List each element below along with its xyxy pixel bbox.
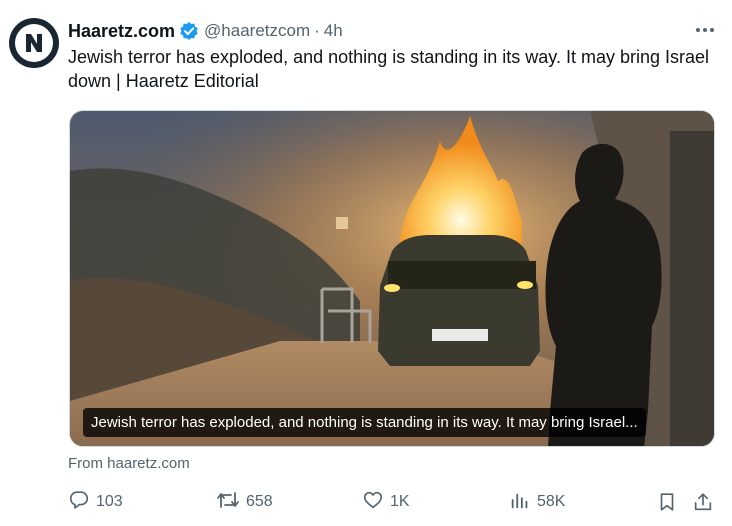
- repost-count: 658: [246, 493, 273, 510]
- repost-icon: [216, 489, 240, 516]
- share-icon[interactable]: [692, 488, 714, 516]
- more-icon[interactable]: [694, 20, 716, 40]
- haaretz-logo-icon: [15, 24, 53, 62]
- media-caption: Jewish terror has exploded, and nothing …: [83, 408, 646, 437]
- tweet-header: Haaretz.com @haaretzcom · 4h: [68, 19, 343, 43]
- repost-button[interactable]: 658: [216, 488, 273, 516]
- verified-badge-icon: [179, 21, 199, 41]
- like-button[interactable]: 1K: [362, 488, 410, 516]
- views-button[interactable]: 58K: [509, 488, 565, 516]
- views-count: 58K: [537, 493, 566, 510]
- media-image: [70, 111, 714, 446]
- timestamp[interactable]: 4h: [324, 21, 343, 41]
- reply-icon: [68, 489, 90, 516]
- card-source[interactable]: From haaretz.com: [68, 455, 190, 472]
- separator-dot: ·: [314, 21, 320, 40]
- heart-icon: [362, 489, 384, 516]
- avatar[interactable]: [9, 18, 59, 68]
- tweet[interactable]: Haaretz.com @haaretzcom · 4h Jewish terr…: [0, 0, 732, 526]
- media-card[interactable]: Jewish terror has exploded, and nothing …: [69, 110, 715, 447]
- reply-button[interactable]: 103: [68, 488, 123, 516]
- bookmark-icon[interactable]: [656, 488, 678, 516]
- action-bar: 103 658 1K 58K: [0, 488, 732, 516]
- views-icon: [509, 489, 531, 516]
- like-count: 1K: [390, 493, 410, 510]
- tweet-text: Jewish terror has exploded, and nothing …: [68, 47, 709, 91]
- reply-count: 103: [96, 493, 123, 510]
- display-name[interactable]: Haaretz.com: [68, 21, 175, 42]
- handle[interactable]: @haaretzcom: [204, 21, 310, 41]
